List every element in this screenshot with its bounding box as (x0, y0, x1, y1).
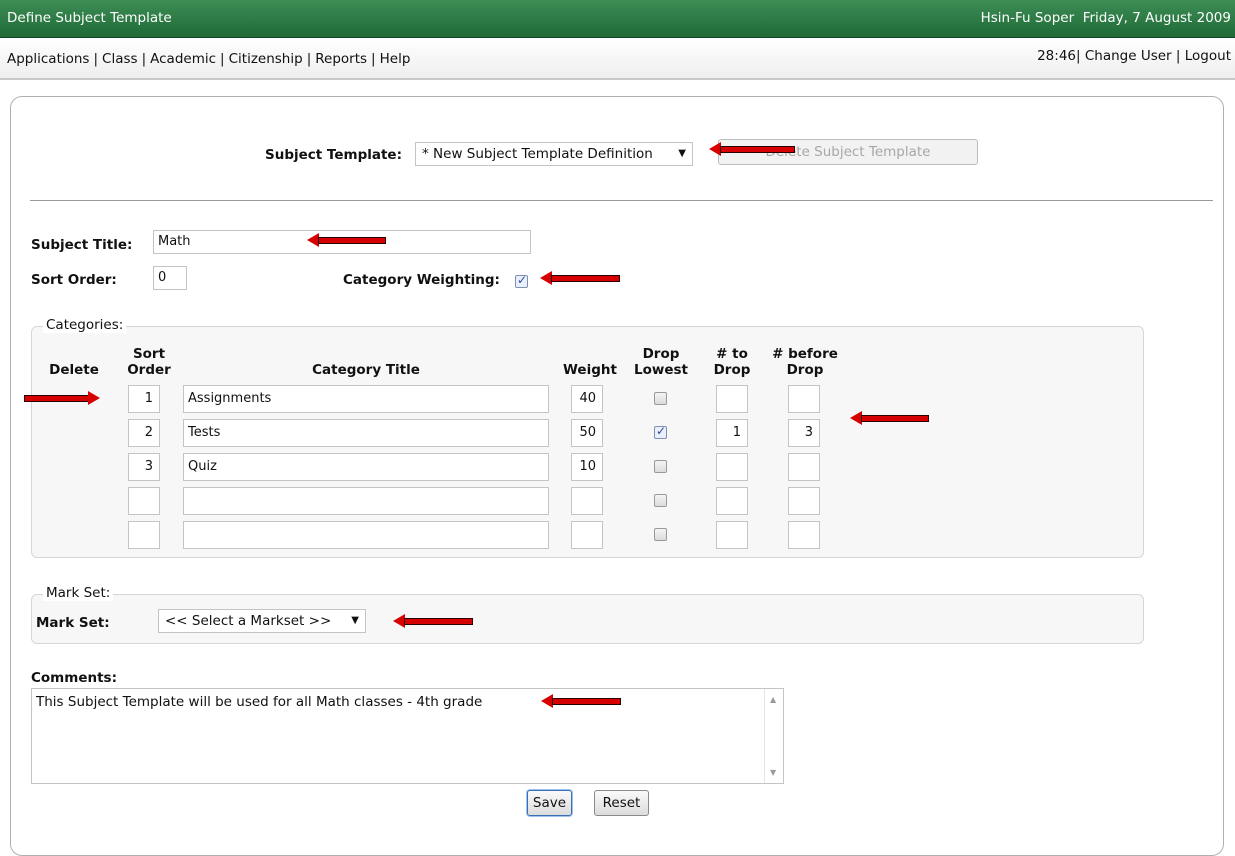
red-arrow-pointer (307, 233, 386, 247)
markset-selected: << Select a Markset >> (165, 613, 332, 629)
category-weight-input[interactable] (571, 487, 603, 515)
header-weight: Weight (563, 362, 617, 378)
category-sort-input[interactable] (128, 521, 160, 549)
to-drop-input[interactable] (716, 521, 748, 549)
red-arrow-pointer (24, 391, 100, 405)
category-sort-input[interactable]: 2 (128, 419, 160, 447)
category-weight-input[interactable] (571, 521, 603, 549)
menu-separator: | (1175, 48, 1181, 64)
red-arrow-pointer (541, 694, 621, 708)
category-title-input[interactable]: Assignments (183, 385, 549, 413)
subject-template-label: Subject Template: (265, 147, 402, 163)
comments-label: Comments: (31, 670, 117, 686)
before-drop-input[interactable] (788, 487, 820, 515)
subject-template-select[interactable]: * New Subject Template Definition ▼ (415, 142, 693, 166)
before-drop-input[interactable] (788, 385, 820, 413)
menu-separator: | (93, 51, 99, 67)
header-delete: Delete (49, 362, 99, 378)
change-user-link[interactable]: Change User (1085, 48, 1172, 64)
window-title: Define Subject Template (7, 10, 172, 26)
header-to-drop: # to Drop (713, 346, 751, 378)
markset-label: Mark Set: (36, 615, 110, 631)
menu-applications[interactable]: Applications (7, 51, 89, 67)
category-weight-input[interactable]: 40 (571, 385, 603, 413)
drop-lowest-checkbox[interactable] (654, 460, 667, 473)
to-drop-input[interactable] (716, 487, 748, 515)
comments-textarea[interactable]: This Subject Template will be used for a… (31, 688, 784, 784)
drop-lowest-checkbox[interactable] (654, 424, 667, 439)
menu-academic[interactable]: Academic (150, 51, 216, 67)
user-name: Hsin-Fu Soper (980, 10, 1075, 26)
logout-link[interactable]: Logout (1185, 48, 1231, 64)
category-title-input[interactable] (183, 487, 549, 515)
to-drop-input[interactable] (716, 453, 748, 481)
category-weighting-checkbox[interactable] (515, 273, 528, 288)
header-before-drop: # before Drop (772, 346, 838, 378)
drop-lowest-checkbox[interactable] (654, 528, 667, 541)
markset-legend: Mark Set: (43, 585, 114, 601)
current-date: Friday, 7 August 2009 (1082, 10, 1231, 26)
menu-help[interactable]: Help (380, 51, 411, 67)
session-timer: 28:46 (1037, 48, 1076, 64)
menu-separator: | (220, 51, 225, 67)
menu-citizenship[interactable]: Citizenship (229, 51, 303, 67)
comments-scrollbar[interactable]: ▲ ▼ (764, 689, 783, 783)
save-button[interactable]: Save (527, 790, 572, 816)
red-arrow-pointer (709, 142, 795, 156)
red-arrow-pointer (540, 271, 620, 285)
before-drop-input[interactable]: 3 (788, 419, 820, 447)
subject-template-selected: * New Subject Template Definition (422, 146, 653, 162)
sort-order-input[interactable]: 0 (153, 266, 187, 290)
to-drop-input[interactable] (716, 385, 748, 413)
menu-separator: | (1076, 48, 1081, 64)
category-sort-input[interactable]: 3 (128, 453, 160, 481)
menu-separator: | (141, 51, 147, 67)
menu-class[interactable]: Class (102, 51, 138, 67)
reset-button[interactable]: Reset (594, 790, 649, 816)
red-arrow-pointer (850, 411, 929, 425)
section-divider (30, 200, 1213, 201)
main-menu: Applications | Class | Academic | Citizenship |… (7, 51, 410, 67)
category-sort-input[interactable] (128, 487, 160, 515)
header-category-title: Category Title (312, 362, 420, 378)
menu-separator: | (306, 51, 312, 67)
category-title-input[interactable]: Tests (183, 419, 549, 447)
session-links: 28:46| Change User | Logout (1037, 48, 1231, 64)
sort-order-label: Sort Order: (31, 272, 117, 288)
category-title-input[interactable] (183, 521, 549, 549)
scroll-up-icon[interactable]: ▲ (770, 695, 776, 704)
dropdown-arrow-icon: ▼ (351, 615, 359, 626)
drop-lowest-checkbox[interactable] (654, 392, 667, 405)
category-sort-input[interactable]: 1 (128, 385, 160, 413)
header-drop-lowest: Drop Lowest (634, 346, 688, 378)
dropdown-arrow-icon: ▼ (678, 148, 686, 159)
title-bar: Define Subject Template Hsin-Fu Soper Fr… (0, 0, 1235, 38)
menu-separator: | (371, 51, 376, 67)
before-drop-input[interactable] (788, 453, 820, 481)
categories-legend: Categories: (43, 317, 127, 333)
scroll-down-icon[interactable]: ▼ (770, 768, 776, 777)
category-title-input[interactable]: Quiz (183, 453, 549, 481)
category-weight-input[interactable]: 10 (571, 453, 603, 481)
header-sort-order: Sort Order (127, 346, 171, 378)
red-arrow-pointer (393, 614, 473, 628)
menu-reports[interactable]: Reports (315, 51, 367, 67)
category-weighting-label: Category Weighting: (343, 272, 500, 288)
markset-select[interactable]: << Select a Markset >> ▼ (158, 609, 366, 633)
before-drop-input[interactable] (788, 521, 820, 549)
comments-text: This Subject Template will be used for a… (36, 694, 483, 710)
to-drop-input[interactable]: 1 (716, 419, 748, 447)
menu-bar: Applications | Class | Academic | Citizenship |… (0, 38, 1235, 80)
drop-lowest-checkbox[interactable] (654, 494, 667, 507)
subject-title-label: Subject Title: (31, 237, 133, 253)
user-date-info: Hsin-Fu Soper Friday, 7 August 2009 (981, 10, 1231, 26)
category-weight-input[interactable]: 50 (571, 419, 603, 447)
